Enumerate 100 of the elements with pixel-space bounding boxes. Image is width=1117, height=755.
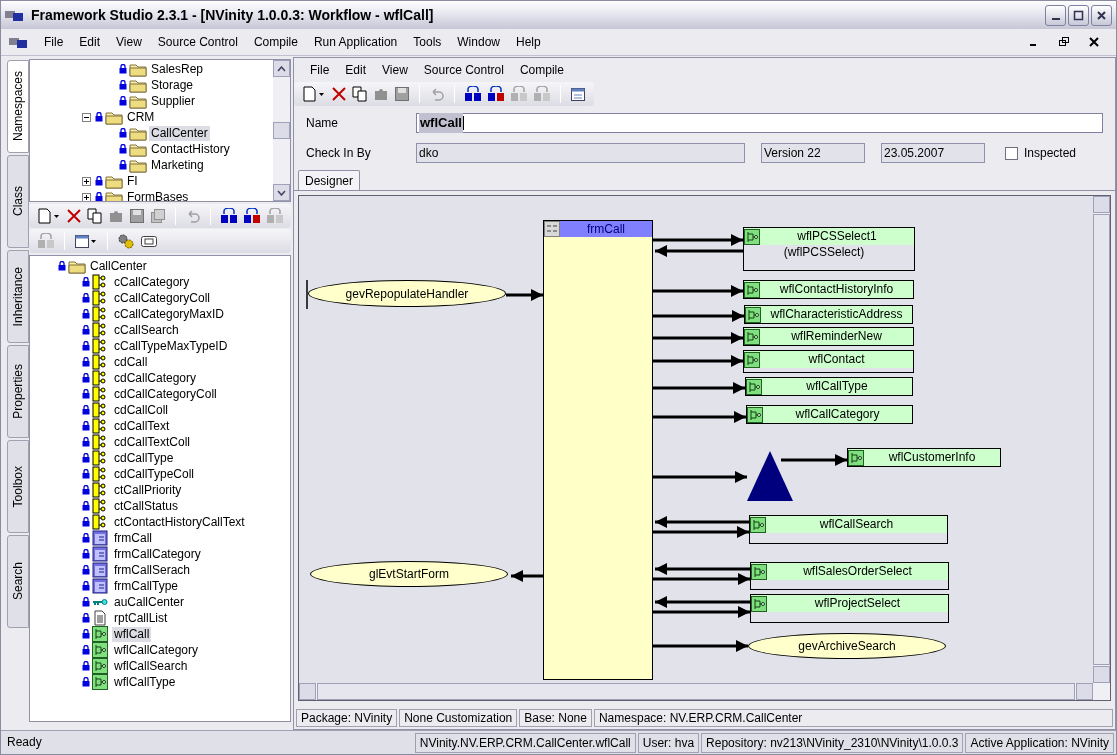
tree-item[interactable]: ctContactHistoryCallText xyxy=(112,514,247,530)
tree-item[interactable]: wflCallType xyxy=(112,674,178,690)
menu-item[interactable]: File xyxy=(302,61,338,79)
new-document-icon[interactable] xyxy=(37,208,61,224)
event-node[interactable]: glEvtStartForm xyxy=(310,561,508,587)
delete-icon[interactable] xyxy=(66,208,82,224)
inspected-checkbox[interactable] xyxy=(1005,146,1018,160)
tree-item[interactable]: cCallCategoryMaxID xyxy=(112,306,227,322)
minimize-button[interactable] xyxy=(1045,4,1066,26)
side-tab[interactable]: Search xyxy=(7,535,29,628)
tree-item[interactable]: wflCallSearch xyxy=(112,658,190,674)
workflow-node[interactable]: wflReminderNew xyxy=(743,327,914,346)
tree-item[interactable]: cdCallType xyxy=(112,450,176,466)
tree-item[interactable]: CRM xyxy=(125,109,157,125)
tree-item[interactable]: CallCenter xyxy=(88,257,149,275)
tree-item[interactable]: frmCall xyxy=(112,530,154,546)
tree-item[interactable]: ContactHistory xyxy=(149,141,232,157)
tree-item[interactable]: wflCall xyxy=(112,626,152,642)
maximize-button[interactable] xyxy=(1068,4,1089,26)
tree-item[interactable]: frmCallCategory xyxy=(112,546,203,562)
tree-item[interactable]: cdCallCategoryColl xyxy=(112,386,219,402)
tree-item[interactable]: cdCallTypeColl xyxy=(112,466,197,482)
form-node[interactable]: frmCall xyxy=(543,220,653,680)
triangle-node[interactable] xyxy=(747,451,793,501)
save-icon[interactable] xyxy=(129,208,145,224)
window-icon[interactable] xyxy=(140,233,158,249)
workflow-node[interactable]: wflPCSSelect1 (wflPCSSelect) xyxy=(743,227,915,271)
lock-icon[interactable] xyxy=(487,86,505,102)
menu-item[interactable]: Edit xyxy=(72,33,108,51)
event-node[interactable]: gevArchiveSearch xyxy=(748,633,946,659)
workflow-node[interactable]: wflContactHistoryInfo xyxy=(743,280,914,299)
workflow-node[interactable]: wflSalesOrderSelect xyxy=(750,562,949,590)
tree-item[interactable]: frmCallType xyxy=(112,578,180,594)
tree-item[interactable]: CallCenter xyxy=(149,125,210,141)
workflow-node[interactable]: wflCallCategory xyxy=(746,405,913,424)
delete-icon[interactable] xyxy=(331,86,347,102)
side-tab[interactable]: Properties xyxy=(7,345,29,438)
menu-item[interactable]: View xyxy=(374,61,416,79)
workflow-node[interactable]: wflCharacteristicAddress xyxy=(744,305,913,324)
menu-item[interactable]: Compile xyxy=(511,61,572,79)
tree-item[interactable]: ctCallStatus xyxy=(112,498,181,514)
tree-item[interactable]: rptCallList xyxy=(112,610,170,626)
menu-item[interactable]: Help xyxy=(509,33,548,51)
tree-item[interactable]: cdCallText xyxy=(112,418,172,434)
side-tab[interactable]: Inheritance xyxy=(7,250,29,343)
tree-item[interactable]: cdCallCategory xyxy=(112,370,199,386)
scroll-thumb[interactable] xyxy=(273,122,290,139)
workflow-node[interactable]: wflCallType xyxy=(745,377,913,396)
menu-item[interactable]: File xyxy=(37,33,71,51)
save-icon[interactable] xyxy=(394,86,410,102)
tree-item[interactable]: frmCallSerach xyxy=(112,562,193,578)
tree-item[interactable]: FI xyxy=(125,173,140,189)
tree-item[interactable]: cdCall xyxy=(112,354,150,370)
gears-icon[interactable] xyxy=(117,233,135,249)
menu-item[interactable]: View xyxy=(109,33,149,51)
copy-icon[interactable] xyxy=(87,208,103,224)
tree-item[interactable]: Supplier xyxy=(149,93,198,109)
app-icon[interactable] xyxy=(9,36,27,48)
close-button[interactable] xyxy=(1091,4,1112,26)
tree-item[interactable]: cdCallTextColl xyxy=(112,434,193,450)
lock-icon[interactable] xyxy=(220,208,238,224)
tree-item[interactable]: cCallSearch xyxy=(112,322,181,338)
expand-icon[interactable] xyxy=(82,176,91,186)
tree-item[interactable]: wflCallCategory xyxy=(112,642,201,658)
copy-icon[interactable] xyxy=(352,86,368,102)
tree-item[interactable]: FormBases xyxy=(125,189,191,201)
pages-icon[interactable] xyxy=(150,208,166,224)
side-tab[interactable]: Namespaces xyxy=(7,60,29,153)
menu-item[interactable]: Compile xyxy=(246,33,305,51)
tree-item[interactable]: ctCallPriority xyxy=(112,482,184,498)
workflow-node[interactable]: wflContact xyxy=(743,350,914,373)
expand-icon[interactable] xyxy=(82,192,91,201)
menu-item[interactable]: Run Application xyxy=(306,33,405,51)
lock-icon[interactable] xyxy=(464,86,482,102)
scrollbar[interactable] xyxy=(273,60,290,201)
restore-icon[interactable] xyxy=(1058,36,1070,48)
workflow-node[interactable]: wflCustomerInfo xyxy=(847,448,1001,467)
tree-item[interactable]: cCallTypeMaxTypeID xyxy=(112,338,230,354)
menu-item[interactable]: Source Control xyxy=(415,61,512,79)
tree-item[interactable]: SalesRep xyxy=(149,61,206,77)
collapse-icon[interactable] xyxy=(82,112,91,122)
menu-item[interactable]: Window xyxy=(450,33,507,51)
menu-item[interactable]: Source Control xyxy=(150,33,245,51)
tab[interactable]: Designer xyxy=(298,170,361,190)
event-node[interactable]: gevRepopulateHandler xyxy=(308,280,506,307)
lock-icon[interactable] xyxy=(243,208,261,224)
tree-item[interactable]: cdCallColl xyxy=(112,402,171,418)
menu-item[interactable]: Tools xyxy=(406,33,449,51)
workflow-node[interactable]: wflCallSearch xyxy=(749,515,948,544)
tree-item[interactable]: cCallCategoryColl xyxy=(112,290,213,306)
tree-item[interactable]: Marketing xyxy=(149,157,206,173)
workflow-node[interactable]: wflProjectSelect xyxy=(750,594,949,623)
menu-item[interactable]: Edit xyxy=(337,61,375,79)
side-tab[interactable]: Toolbox xyxy=(7,440,29,533)
new-document-icon[interactable] xyxy=(302,86,326,102)
close-icon[interactable] xyxy=(1088,36,1100,48)
tree-item[interactable]: auCallCenter xyxy=(112,594,187,610)
tree-item[interactable]: cCallCategory xyxy=(112,274,192,290)
tree-item[interactable]: Storage xyxy=(149,77,196,93)
side-tab[interactable]: Class xyxy=(7,155,29,248)
